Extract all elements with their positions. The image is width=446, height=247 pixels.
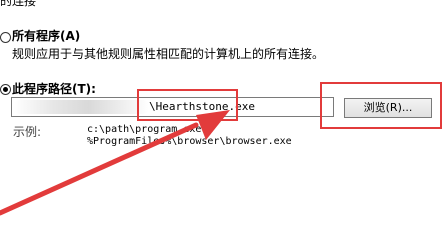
arrow-shaft bbox=[0, 122, 199, 216]
arrow-head bbox=[196, 110, 230, 140]
red-arrow-annotation bbox=[0, 110, 230, 216]
